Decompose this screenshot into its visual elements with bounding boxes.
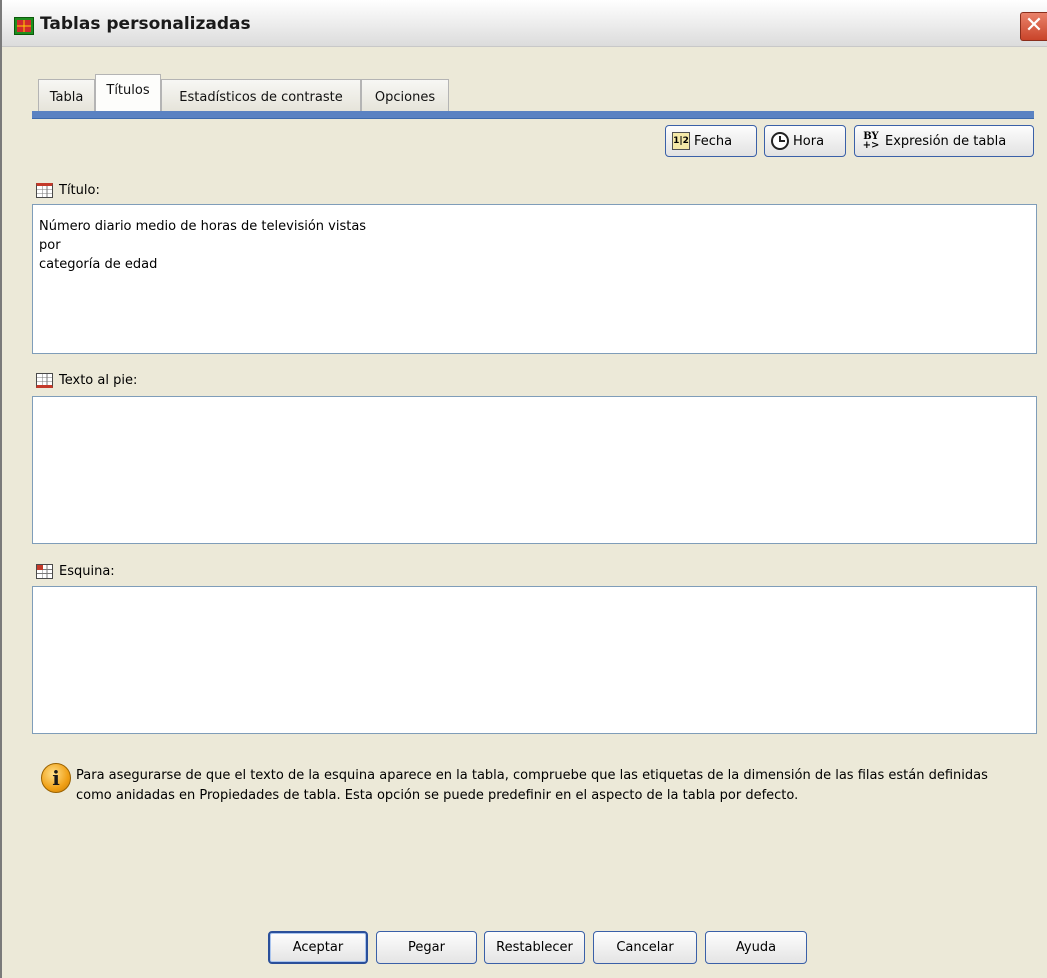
time-button-label: Hora <box>793 133 825 149</box>
dialog-window: Tablas personalizadas ✕ Tabla Títulos Es… <box>0 0 1047 978</box>
tab-strip-divider <box>32 111 1034 119</box>
help-button[interactable]: Ayuda <box>705 931 807 964</box>
footer-label: Texto al pie: <box>59 373 138 388</box>
title-label: Título: <box>59 183 100 198</box>
corner-textarea[interactable] <box>32 586 1037 734</box>
tab-titulos[interactable]: Títulos <box>95 74 161 111</box>
window-title: Tablas personalizadas <box>40 14 251 34</box>
app-table-icon <box>14 17 34 35</box>
reset-button[interactable]: Restablecer <box>484 931 585 964</box>
table-title-icon <box>36 183 53 198</box>
table-expression-button[interactable]: BY +> Expresión de tabla <box>854 125 1034 157</box>
corner-section-label: Esquina: <box>36 564 115 579</box>
calendar-icon: 1|2 <box>672 132 690 150</box>
title-textarea[interactable]: Número diario medio de horas de televisi… <box>32 204 1037 354</box>
title-section-label: Título: <box>36 183 100 198</box>
table-corner-icon <box>36 564 53 579</box>
footer-section-label: Texto al pie: <box>36 373 137 388</box>
date-button[interactable]: 1|2 Fecha <box>665 125 757 157</box>
corner-label: Esquina: <box>59 564 115 579</box>
ok-button[interactable]: Aceptar <box>268 931 368 964</box>
footer-textarea[interactable] <box>32 396 1037 544</box>
clock-icon <box>771 132 789 150</box>
close-button[interactable]: ✕ <box>1020 12 1047 41</box>
table-expression-button-label: Expresión de tabla <box>885 133 1007 149</box>
tab-opciones[interactable]: Opciones <box>361 79 449 111</box>
by-expression-icon: BY +> <box>862 131 880 151</box>
info-message: Para asegurarse de que el texto de la es… <box>76 768 988 803</box>
tab-tabla[interactable]: Tabla <box>38 79 95 111</box>
paste-button[interactable]: Pegar <box>376 931 477 964</box>
info-icon: i <box>41 763 71 793</box>
table-footer-icon <box>36 373 53 388</box>
tab-estadisticos-de-contraste[interactable]: Estadísticos de contraste <box>161 79 361 111</box>
date-button-label: Fecha <box>694 133 733 149</box>
title-bar[interactable]: Tablas personalizadas ✕ <box>2 0 1047 47</box>
cancel-button[interactable]: Cancelar <box>593 931 697 964</box>
time-button[interactable]: Hora <box>764 125 846 157</box>
